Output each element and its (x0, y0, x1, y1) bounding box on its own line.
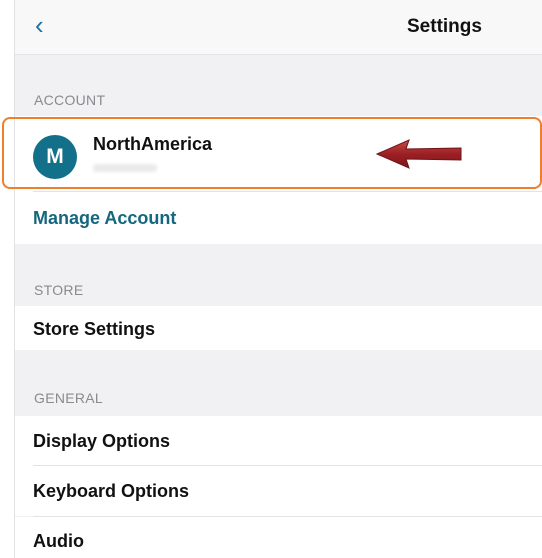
list-item-audio[interactable]: Audio (15, 517, 542, 558)
list-item-label: Display Options (33, 431, 171, 451)
list-item-label: Audio (33, 531, 84, 551)
back-chevron-icon[interactable]: ‹ (35, 10, 59, 40)
list-item-label: Keyboard Options (33, 481, 190, 501)
navigation-bar: ‹ Settings (15, 0, 542, 55)
arrow-left-icon (375, 139, 462, 169)
account-row[interactable]: M NorthAmerica (15, 116, 542, 192)
account-name: NorthAmerica (93, 134, 213, 154)
section-header-account: ACCOUNT (34, 92, 106, 108)
page-title: Settings (407, 16, 482, 37)
list-item-display-options[interactable]: Display Options (15, 416, 542, 466)
section-header-general: GENERAL (34, 390, 104, 406)
account-email-redacted (93, 164, 157, 172)
list-item-label: Store Settings (33, 319, 156, 339)
avatar: M (33, 135, 77, 179)
section-header-store: STORE (34, 282, 84, 298)
settings-screen: ‹ Settings ACCOUNT M NorthAmerica Manage… (14, 0, 542, 558)
manage-account-link[interactable]: Manage Account (33, 208, 176, 229)
list-item-store-settings[interactable]: Store Settings (15, 306, 542, 350)
list-item-keyboard-options[interactable]: Keyboard Options (15, 466, 542, 516)
manage-account-row[interactable]: Manage Account (15, 192, 542, 244)
